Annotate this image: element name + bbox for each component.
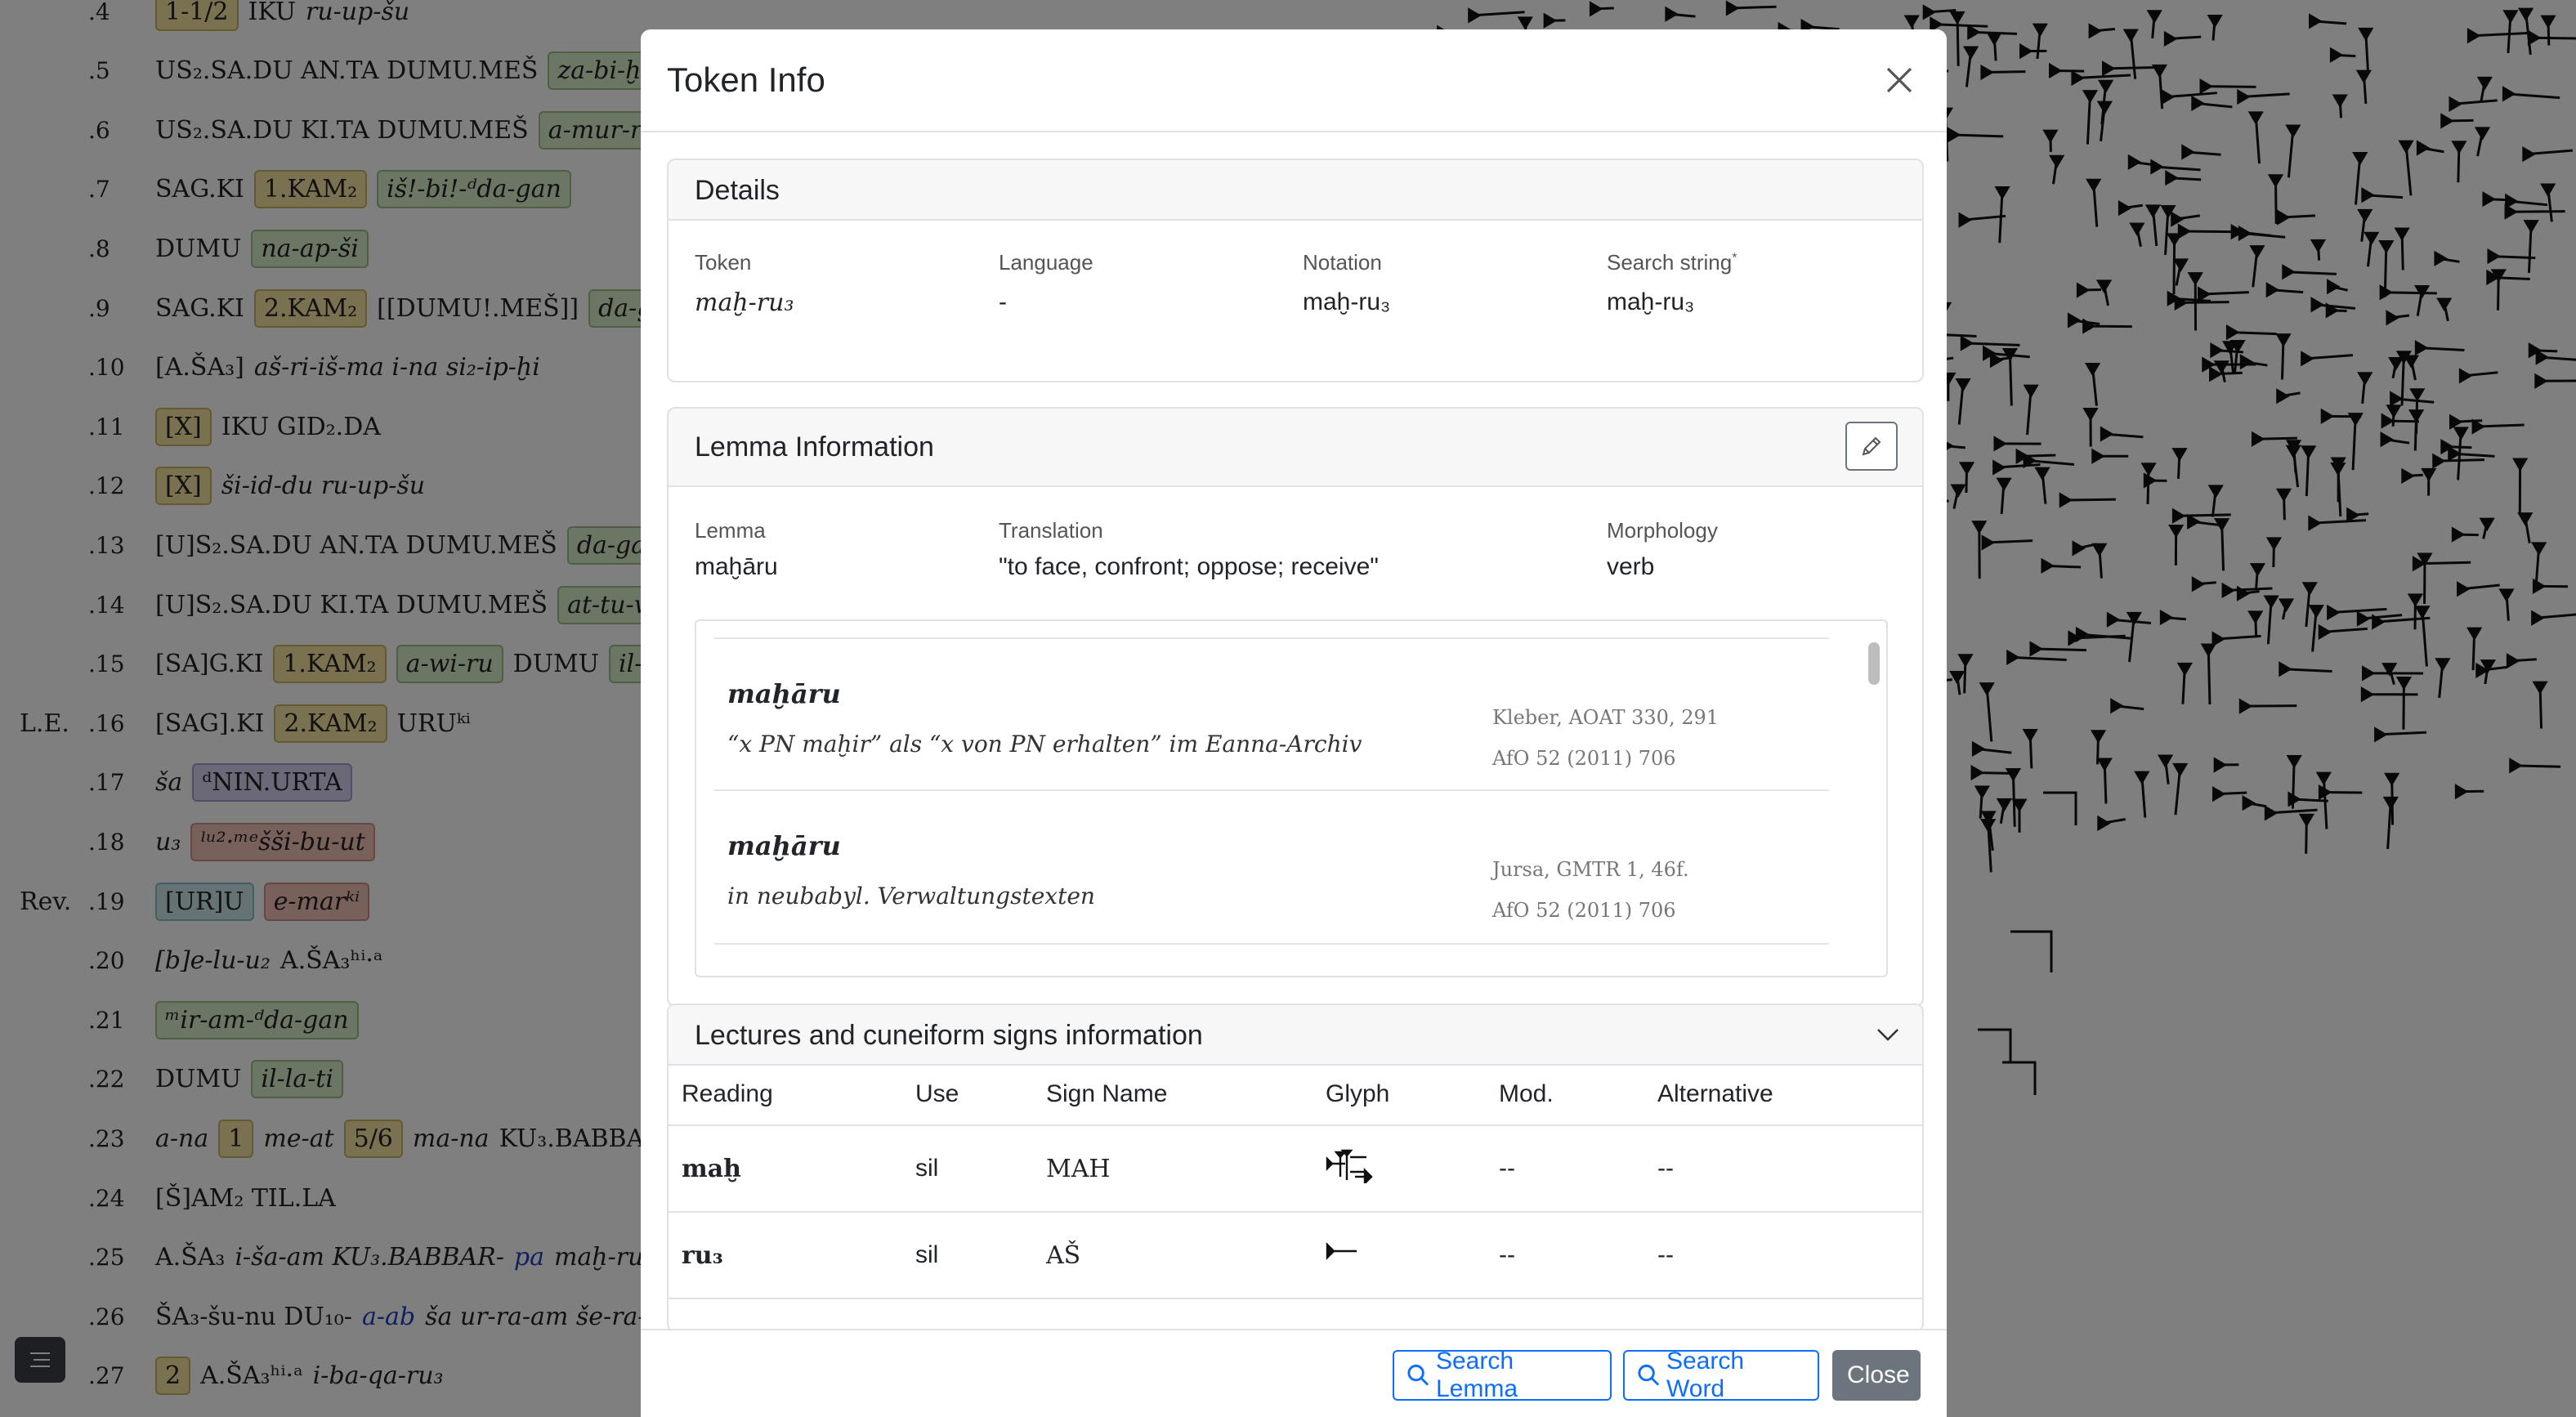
signs-heading: Lectures and cuneiform signs information (695, 1020, 1203, 1051)
glyph-cell (1326, 1212, 1499, 1299)
search-string-field: Search string* maḫ-ru₃ (1607, 250, 1737, 316)
bibliography-entry: maḫāru “x PN maḫir” als “x von PN erhalt… (714, 637, 1829, 791)
bibliography-scrollbar[interactable] (1865, 631, 1883, 966)
cuneiform-glyph-mah (1326, 1149, 1373, 1186)
search-icon (1407, 1364, 1429, 1386)
lemma-card-header: Lemma Information (669, 409, 1922, 487)
search-word-button[interactable]: Search Word (1623, 1348, 1819, 1402)
morphology-label: Morphology (1607, 518, 1718, 543)
translation-field: Translation "to face, confront; oppose; … (999, 518, 1379, 581)
search-icon (1638, 1364, 1660, 1386)
entry-headword: maḫāru (727, 678, 841, 709)
notation-value: maḫ-ru₃ (1303, 288, 1391, 315)
details-card: Details Token maḫ-ru₃ Language - Notatio… (667, 159, 1924, 382)
search-lemma-label: Search Lemma (1435, 1348, 1518, 1402)
scrollbar-thumb[interactable] (1868, 642, 1880, 685)
pencil-icon (1862, 436, 1881, 456)
token-value: maḫ-ru₃ (695, 288, 794, 317)
morphology-field: Morphology verb (1607, 518, 1718, 581)
morphology-value: verb (1607, 553, 1655, 580)
column-header: Alternative (1657, 1064, 1922, 1126)
search-string-value: maḫ-ru₃ (1607, 288, 1695, 315)
search-string-asterisk: * (1732, 251, 1737, 266)
search-word-label: Search Word (1666, 1348, 1745, 1402)
token-info-modal: Token Info Details Token maḫ-ru₃ Languag… (641, 29, 1947, 1417)
token-label: Token (695, 250, 752, 275)
alternative-cell: -- (1657, 1125, 1922, 1213)
search-lemma-button[interactable]: Search Lemma (1393, 1348, 1612, 1402)
search-string-label: Search string (1607, 250, 1733, 275)
use-cell: sil (915, 1125, 1046, 1213)
entry-reference: AfO 52 (2011) 706 (1492, 899, 1676, 922)
table-row: ru₃ sil AŠ -- -- (669, 1212, 1922, 1299)
entry-gloss: in neubabyl. Verwaltungstexten (727, 883, 1095, 910)
signs-card: Lectures and cuneiform signs information… (667, 1004, 1924, 1332)
bibliography-entry: maḫāru in neubabyl. Verwaltungstexten Ju… (714, 789, 1829, 945)
modal-header: Token Info (641, 29, 1947, 132)
glyph-cell (1326, 1125, 1499, 1213)
column-header: Mod. (1499, 1064, 1657, 1126)
alternative-cell: -- (1657, 1212, 1922, 1299)
language-label: Language (999, 250, 1093, 275)
use-cell: sil (915, 1212, 1046, 1299)
entry-gloss: “x PN maḫir” als “x von PN erhalten” im … (727, 731, 1362, 758)
lemma-field: Lemma maḫāru (695, 518, 778, 581)
column-header: Sign Name (1046, 1064, 1326, 1126)
column-header: Use (915, 1064, 1046, 1126)
mod-cell: -- (1499, 1125, 1657, 1213)
lemma-bibliography-list[interactable]: maḫāru “x PN maḫir” als “x von PN erhalt… (695, 619, 1888, 977)
signs-table: Reading Use Sign Name Glyph Mod. Alterna… (669, 1064, 1922, 1299)
mod-cell: -- (1499, 1212, 1657, 1299)
chevron-down-icon[interactable] (1875, 1023, 1901, 1046)
reading-cell: ru₃ (669, 1212, 915, 1299)
entry-reference: AfO 52 (2011) 706 (1492, 747, 1676, 770)
lemma-heading: Lemma Information (695, 431, 934, 463)
language-value: - (999, 288, 1007, 315)
token-field: Token maḫ-ru₃ (695, 250, 794, 317)
column-header: Glyph (1326, 1064, 1499, 1126)
modal-title: Token Info (667, 60, 825, 99)
entry-reference: Jursa, GMTR 1, 46f. (1492, 858, 1689, 881)
notation-label: Notation (1303, 250, 1382, 275)
lemma-value: maḫāru (695, 553, 778, 580)
sign-name-cell: AŠ (1046, 1212, 1326, 1299)
signs-card-header[interactable]: Lectures and cuneiform signs information (669, 1005, 1922, 1066)
entry-reference: Kleber, AOAT 330, 291 (1492, 706, 1720, 729)
reading-cell: maḫ (669, 1125, 915, 1213)
sign-name-cell: MAH (1046, 1125, 1326, 1213)
entry-headword: maḫāru (727, 830, 841, 861)
lemma-card: Lemma Information Lemma maḫāru Translati… (667, 407, 1924, 1007)
details-card-header: Details (669, 160, 1922, 221)
edit-lemma-button[interactable] (1845, 422, 1898, 471)
cuneiform-glyph-ash (1326, 1242, 1357, 1260)
notation-field: Notation maḫ-ru₃ (1303, 250, 1390, 316)
translation-label: Translation (999, 518, 1103, 543)
modal-footer: Search Lemma Search Word Close (641, 1329, 1947, 1417)
close-icon[interactable] (1881, 62, 1917, 98)
details-heading: Details (695, 175, 780, 206)
close-button[interactable]: Close (1832, 1350, 1921, 1401)
table-row: maḫ sil MAH -- -- (669, 1125, 1922, 1213)
signs-table-header: Reading Use Sign Name Glyph Mod. Alterna… (669, 1064, 1922, 1126)
lemma-label: Lemma (695, 518, 766, 543)
column-header: Reading (669, 1064, 915, 1126)
translation-value: "to face, confront; oppose; receive" (999, 553, 1379, 580)
language-field: Language - (999, 250, 1093, 316)
